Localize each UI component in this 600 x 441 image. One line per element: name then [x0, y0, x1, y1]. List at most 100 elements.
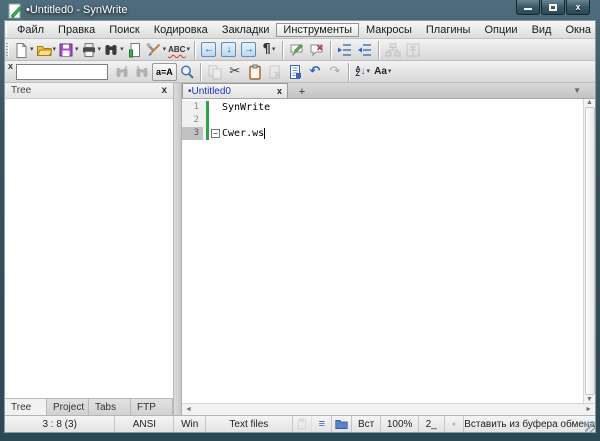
redo-button[interactable]: ↷ [325, 62, 345, 82]
find-prev-button[interactable] [132, 62, 152, 82]
print-button[interactable]: ▾ [80, 40, 103, 60]
scroll-right-icon[interactable]: ► [585, 406, 592, 413]
side-panel-title: Tree [11, 85, 31, 96]
title-bar[interactable]: •Untitled0 - SynWrite x [0, 0, 600, 20]
code-line current-line[interactable]: 3−Cwer.ws [182, 127, 595, 140]
menubar-grip[interactable] [6, 23, 7, 37]
save-button[interactable]: ▾ [57, 40, 80, 60]
editor-text-area[interactable]: 1SynWrite 2 3−Cwer.ws ▲ ▼ [182, 99, 595, 403]
delete-icon [267, 64, 283, 80]
status-tab-size[interactable]: 2_ [419, 416, 445, 432]
minimize-button[interactable] [516, 0, 540, 15]
close-icon: x [575, 2, 580, 12]
tree-view-button[interactable] [383, 40, 403, 60]
spellcheck-button[interactable]: ABC ▾ [167, 40, 191, 60]
panel-tab-project[interactable]: Project [47, 399, 89, 415]
status-encoding[interactable]: ANSI [115, 416, 174, 432]
printer-icon [81, 42, 97, 58]
save-icon [58, 42, 74, 58]
menu-plugins[interactable]: Плагины [419, 23, 478, 37]
menu-windows[interactable]: Окна [558, 23, 598, 37]
arrow-down-box-icon: ↓ [221, 42, 236, 57]
sort-button[interactable]: AZ ↓ ▾ [353, 62, 373, 82]
show-nonprinted-button[interactable]: ¶ ▾ [259, 40, 279, 60]
scroll-down-icon[interactable]: ▼ [586, 396, 593, 403]
pilcrow-icon: ¶ [263, 42, 271, 57]
separator [330, 41, 332, 59]
paste-button[interactable] [245, 62, 265, 82]
line-number: 2 [182, 114, 203, 127]
open-file-button[interactable]: ▾ [35, 40, 58, 60]
resize-grip[interactable] [585, 422, 595, 432]
scroll-up-icon[interactable]: ▲ [586, 99, 593, 106]
new-tab-button[interactable]: + [294, 85, 310, 98]
menu-bookmarks[interactable]: Закладки [215, 23, 277, 37]
vertical-scrollbar[interactable]: ▲ ▼ [583, 99, 595, 403]
minimize-icon [524, 8, 532, 10]
search-close-icon[interactable]: x [5, 61, 16, 71]
select-all-button[interactable] [285, 62, 305, 82]
side-panel-close-icon[interactable]: x [161, 85, 167, 96]
tab-close-icon[interactable]: x [277, 86, 282, 96]
indent-button[interactable] [355, 40, 375, 60]
status-lexer[interactable]: Text files [206, 416, 293, 432]
status-wrap-icon[interactable]: ≡ [312, 416, 332, 432]
find-next-button[interactable] [112, 62, 132, 82]
recent-files-button[interactable] [125, 40, 145, 60]
status-folder-icon[interactable] [332, 416, 352, 432]
menu-edit[interactable]: Правка [51, 23, 102, 37]
horizontal-scrollbar[interactable]: ◄ ► [182, 403, 595, 415]
arrow-left-box-icon: ← [201, 42, 216, 57]
scroll-left-icon[interactable]: ◄ [185, 406, 192, 413]
menu-macros[interactable]: Макросы [359, 23, 419, 37]
toolbar1-grip[interactable] [6, 43, 9, 57]
status-macro-icon[interactable]: ● [445, 416, 465, 432]
find-button[interactable]: ▾ [102, 40, 125, 60]
menu-options[interactable]: Опции [477, 23, 524, 37]
undo-button[interactable]: ↶ [305, 62, 325, 82]
menu-file[interactable]: Файл [10, 23, 51, 37]
separator [282, 41, 284, 59]
separator [200, 63, 202, 81]
unindent-button[interactable] [335, 40, 355, 60]
remove-comment-button[interactable] [307, 40, 327, 60]
new-file-button[interactable]: ▾ [12, 40, 35, 60]
menu-view[interactable]: Вид [525, 23, 559, 37]
add-comment-button[interactable] [287, 40, 307, 60]
copy-button[interactable] [205, 62, 225, 82]
code-line[interactable]: 2 [182, 114, 595, 127]
code-line[interactable]: 1SynWrite [182, 101, 595, 114]
vertical-scroll-thumb[interactable] [585, 107, 595, 395]
nav-forward-button[interactable]: → [239, 40, 259, 60]
status-insert-mode[interactable]: Вст [352, 416, 382, 432]
status-clipboard-icon[interactable] [293, 416, 313, 432]
menu-encoding[interactable]: Кодировка [147, 23, 215, 37]
document-tab[interactable]: •Untitled0 x [182, 83, 288, 98]
change-case-button[interactable]: Aa ▾ [373, 62, 393, 82]
case-sensitive-toggle[interactable]: a=A [152, 63, 177, 81]
maximize-button[interactable] [541, 0, 565, 15]
delete-button[interactable] [265, 62, 285, 82]
cut-button[interactable]: ✂ [225, 62, 245, 82]
open-folder-icon [36, 42, 52, 58]
tree-panel-body[interactable] [5, 99, 173, 398]
close-button[interactable]: x [566, 0, 590, 15]
panel-tab-tabs[interactable]: Tabs [89, 399, 131, 415]
menu-search[interactable]: Поиск [102, 23, 146, 37]
nav-back-button[interactable]: ← [199, 40, 219, 60]
fold-collapse-icon[interactable]: − [211, 129, 220, 138]
status-zoom[interactable]: 100% [381, 416, 418, 432]
status-line-ends[interactable]: Win [174, 416, 206, 432]
tools-button[interactable]: ▾ [145, 40, 168, 60]
tab-list-icon[interactable]: ▼ [573, 86, 581, 95]
panel-splitter[interactable] [174, 83, 181, 415]
search-input[interactable] [16, 64, 108, 80]
menu-tools[interactable]: Инструменты [276, 23, 359, 37]
nav-down-button[interactable]: ↓ [219, 40, 239, 60]
redo-icon: ↷ [329, 64, 340, 79]
zoom-search-button[interactable] [177, 62, 197, 82]
panel-tab-ftp[interactable]: FTP [131, 399, 173, 415]
panel-tab-tree[interactable]: Tree [5, 399, 47, 415]
sync-edit-button[interactable] [403, 40, 423, 60]
select-all-icon [287, 64, 303, 80]
